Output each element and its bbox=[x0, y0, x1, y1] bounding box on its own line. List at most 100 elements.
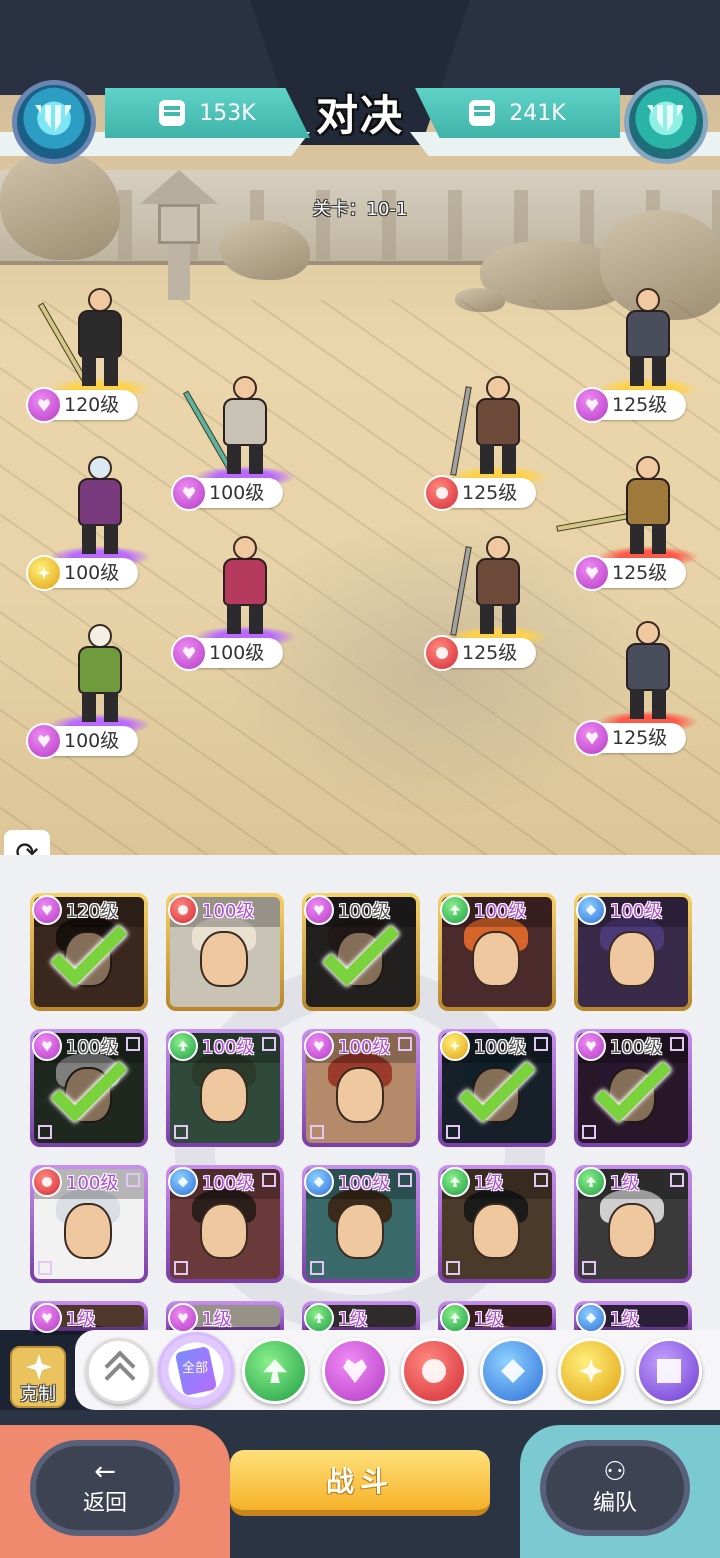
hero-card[interactable]: 100级 bbox=[166, 1165, 284, 1283]
fist-icon bbox=[159, 100, 186, 126]
heart-faction-icon bbox=[304, 1031, 334, 1061]
heart-faction-icon bbox=[32, 1031, 62, 1061]
hero-card[interactable]: 1级 bbox=[438, 1165, 556, 1283]
club-filter-button[interactable] bbox=[401, 1338, 467, 1404]
ally-unit[interactable]: 100级 bbox=[171, 358, 315, 511]
hero-card[interactable]: 1级 bbox=[438, 1301, 556, 1335]
enemy-power-value: 241K bbox=[509, 100, 566, 126]
back-button[interactable]: ← 返回 bbox=[30, 1440, 180, 1536]
warrior-figure bbox=[37, 288, 130, 388]
spearman-figure bbox=[556, 456, 678, 556]
hero-card[interactable]: 100级 bbox=[302, 1165, 420, 1283]
heart-faction-icon bbox=[32, 1303, 62, 1333]
versus-header: 153K 241K 对决 bbox=[0, 0, 720, 164]
hero-card[interactable]: 100级 bbox=[574, 893, 692, 1011]
team-formation-button[interactable]: ⚇ 编队 bbox=[540, 1440, 690, 1536]
hero-card[interactable]: 100级 bbox=[438, 1029, 556, 1147]
moon-filter-button[interactable] bbox=[636, 1338, 702, 1404]
hero-card[interactable]: 1级 bbox=[302, 1301, 420, 1335]
spade-faction-icon bbox=[304, 1303, 334, 1333]
diamond-faction-icon bbox=[304, 1167, 334, 1197]
heart-faction-icon bbox=[574, 555, 610, 591]
rock bbox=[0, 150, 120, 260]
all-factions-filter-button[interactable]: 全部 bbox=[158, 1332, 234, 1408]
ally-power-bar: 153K bbox=[105, 88, 310, 138]
heart-faction-icon bbox=[574, 720, 610, 756]
spade-faction-icon bbox=[440, 1303, 470, 1333]
ally-unit[interactable]: 100级 bbox=[26, 438, 170, 591]
club-faction-icon bbox=[168, 895, 198, 925]
hero-card[interactable]: 1级 bbox=[166, 1301, 284, 1335]
hero-level: 1级 bbox=[66, 1309, 96, 1330]
hero-card[interactable]: 100级 bbox=[166, 1029, 284, 1147]
ally-unit[interactable]: 120级 bbox=[26, 270, 170, 423]
heart-faction-icon bbox=[304, 895, 334, 925]
heart-filter-button[interactable] bbox=[322, 1338, 388, 1404]
hero-card[interactable]: 100级 bbox=[30, 1165, 148, 1283]
crossbowman-figure bbox=[618, 288, 678, 388]
hero-level: 100级 bbox=[610, 901, 663, 922]
swordsman-figure bbox=[450, 376, 528, 476]
sun-faction-icon bbox=[440, 1031, 470, 1061]
hero-card[interactable]: 100级 bbox=[574, 1029, 692, 1147]
fight-button[interactable]: 战斗 bbox=[230, 1450, 490, 1516]
crossbowman-figure bbox=[618, 621, 678, 721]
cards-icon: 全部 bbox=[174, 1345, 218, 1397]
level-badge: 100级 bbox=[171, 635, 283, 671]
spade-faction-icon bbox=[440, 895, 470, 925]
diamond-faction-icon bbox=[168, 1167, 198, 1197]
hero-card[interactable]: 100级 bbox=[438, 893, 556, 1011]
hero-level: 100级 bbox=[338, 1173, 391, 1194]
enemy-unit[interactable]: 125级 bbox=[574, 270, 718, 423]
spade-faction-icon bbox=[576, 1167, 606, 1197]
heart-faction-icon bbox=[574, 387, 610, 423]
hero-card[interactable]: 1级 bbox=[574, 1301, 692, 1335]
team-icon: ⚇ bbox=[603, 1457, 627, 1487]
ally-unit[interactable]: 100级 bbox=[171, 518, 315, 671]
heart-faction-icon bbox=[26, 723, 62, 759]
diamond-filter-button[interactable] bbox=[480, 1338, 546, 1404]
enemy-unit[interactable]: 125级 bbox=[424, 518, 568, 671]
hero-card[interactable]: 100级 bbox=[166, 893, 284, 1011]
level-badge: 125级 bbox=[574, 720, 686, 756]
hero-card[interactable]: 1级 bbox=[574, 1165, 692, 1283]
diamond-faction-icon bbox=[576, 1303, 606, 1333]
hero-level: 1级 bbox=[610, 1173, 640, 1194]
hero-level: 1级 bbox=[338, 1309, 368, 1330]
ally-unit[interactable]: 100级 bbox=[26, 606, 170, 759]
collapse-filter-button[interactable] bbox=[86, 1338, 152, 1404]
enemy-unit[interactable]: 125级 bbox=[424, 358, 568, 511]
hero-card[interactable]: 100级 bbox=[302, 1029, 420, 1147]
hero-card[interactable]: 100级 bbox=[30, 1029, 148, 1147]
hero-level: 100级 bbox=[202, 1173, 255, 1194]
level-badge: 100级 bbox=[26, 723, 138, 759]
enemy-power-bar: 241K bbox=[415, 88, 620, 138]
level-badge: 125级 bbox=[574, 555, 686, 591]
hero-level: 100级 bbox=[66, 1173, 119, 1194]
arrow-left-icon: ← bbox=[94, 1457, 116, 1487]
spade-filter-button[interactable] bbox=[242, 1338, 308, 1404]
level-badge: 125级 bbox=[424, 475, 536, 511]
level-badge: 125级 bbox=[424, 635, 536, 671]
hero-card[interactable]: 120级 bbox=[30, 893, 148, 1011]
club-faction-icon bbox=[32, 1167, 62, 1197]
counter-star-icon bbox=[26, 1354, 52, 1380]
fist-icon bbox=[469, 100, 496, 126]
heart-faction-icon bbox=[26, 387, 62, 423]
hero-level: 1级 bbox=[474, 1309, 504, 1330]
enemy-crown-emblem-icon bbox=[624, 80, 708, 164]
hero-level: 1级 bbox=[474, 1173, 504, 1194]
diamond-faction-icon bbox=[576, 895, 606, 925]
counter-button[interactable]: 克制 bbox=[10, 1346, 66, 1408]
heart-faction-icon bbox=[32, 895, 62, 925]
hero-card[interactable]: 100级 bbox=[302, 893, 420, 1011]
sage-figure bbox=[70, 624, 130, 724]
enemy-unit[interactable]: 125级 bbox=[574, 603, 718, 756]
heart-faction-icon bbox=[171, 475, 207, 511]
hero-card[interactable]: 1级 bbox=[30, 1301, 148, 1335]
sun-filter-button[interactable] bbox=[558, 1338, 624, 1404]
level-badge: 120级 bbox=[26, 387, 138, 423]
hero-level: 100级 bbox=[202, 901, 255, 922]
lady-figure bbox=[215, 536, 275, 636]
enemy-unit[interactable]: 125级 bbox=[556, 438, 718, 591]
